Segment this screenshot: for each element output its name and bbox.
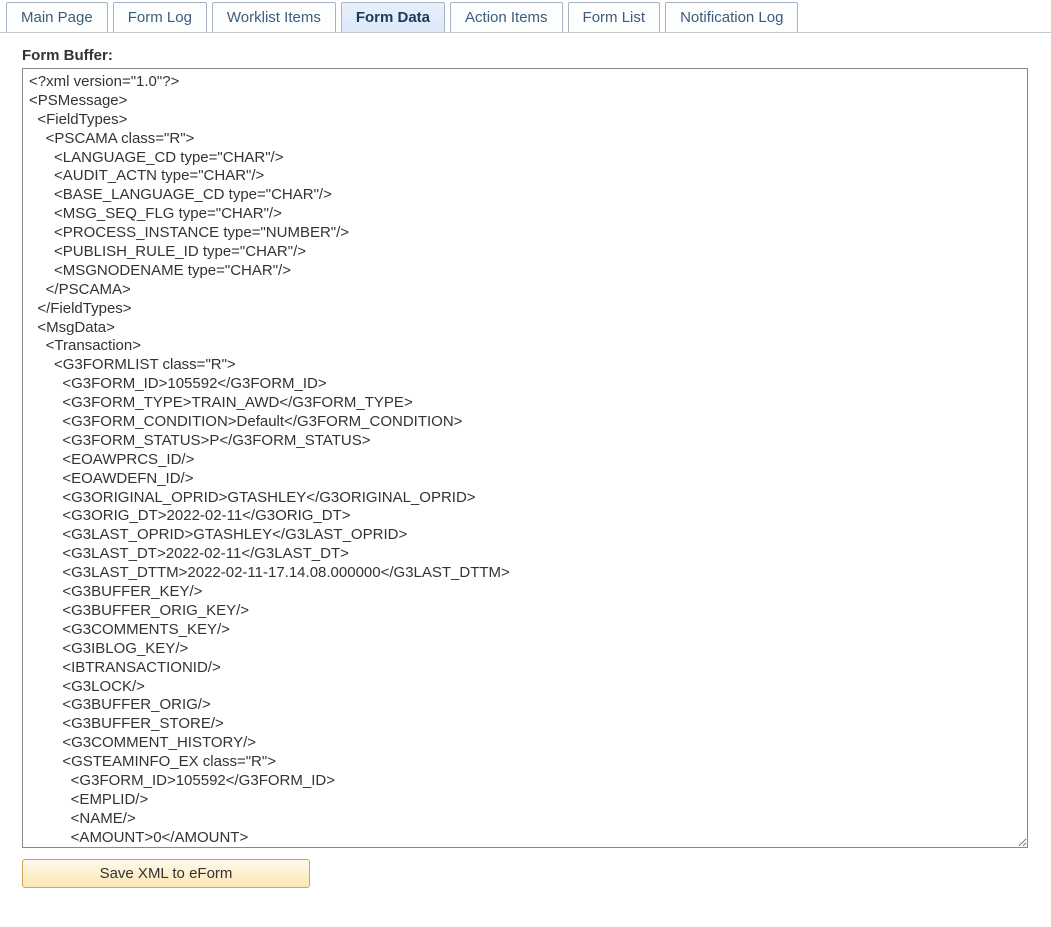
form-buffer-textarea[interactable] — [22, 68, 1028, 848]
tab-notification-log[interactable]: Notification Log — [665, 2, 798, 32]
tab-main-page[interactable]: Main Page — [6, 2, 108, 32]
tab-form-data[interactable]: Form Data — [341, 2, 445, 32]
tab-form-list[interactable]: Form List — [568, 2, 661, 32]
tab-bar: Main PageForm LogWorklist ItemsForm Data… — [0, 0, 1051, 33]
tab-worklist-items[interactable]: Worklist Items — [212, 2, 336, 32]
tab-action-items[interactable]: Action Items — [450, 2, 563, 32]
tab-form-log[interactable]: Form Log — [113, 2, 207, 32]
form-buffer-label: Form Buffer: — [22, 47, 1031, 64]
save-xml-button[interactable]: Save XML to eForm — [22, 859, 310, 888]
